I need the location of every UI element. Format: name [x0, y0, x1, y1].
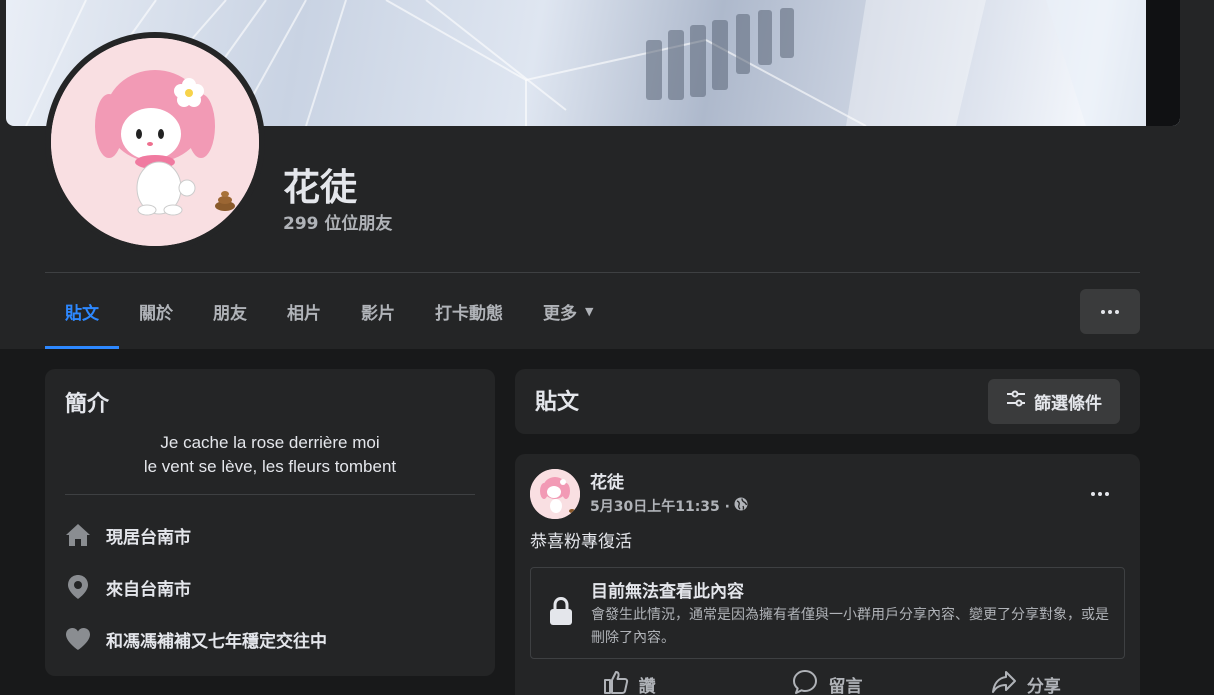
caret-down-icon: ▼	[585, 304, 594, 318]
profile-header: 花徒 299 位位朋友 貼文 關於 朋友 相片 影片 打卡動態 更多 ▼	[0, 0, 1214, 349]
post-author-avatar[interactable]	[530, 469, 580, 519]
profile-more-button[interactable]	[1080, 289, 1140, 334]
filter-label: 篩選條件	[1034, 394, 1102, 414]
lock-icon	[549, 596, 573, 630]
globe-icon[interactable]	[734, 497, 748, 515]
tab-label: 關於	[139, 303, 173, 324]
share-label: 分享	[1026, 676, 1061, 695]
comment-label: 留言	[828, 676, 863, 695]
share-button[interactable]: 分享	[927, 667, 1125, 695]
thumbs-up-icon	[603, 670, 629, 695]
location-pin-icon	[65, 574, 91, 600]
tab-posts[interactable]: 貼文	[45, 273, 119, 349]
post-meta: 5月30日上午11:35 ·	[590, 496, 748, 516]
intro-item-text[interactable]: 現居台南市	[106, 523, 191, 548]
comment-bubble-icon	[792, 669, 818, 695]
bio: Je cache la rose derrière moi le vent se…	[65, 431, 475, 479]
more-dots-icon	[1101, 309, 1119, 314]
profile-name[interactable]: 花徒	[283, 157, 357, 211]
profile-tabs: 貼文 關於 朋友 相片 影片 打卡動態 更多 ▼	[45, 273, 613, 349]
post-author-name[interactable]: 花徒	[590, 468, 624, 493]
bio-line-2: le vent se lève, les fleurs tombent	[143, 457, 397, 476]
post-timestamp[interactable]: 5月30日上午11:35 ·	[590, 496, 730, 516]
bio-line-1: Je cache la rose derrière moi	[160, 433, 380, 452]
home-icon	[65, 522, 91, 548]
like-button[interactable]: 讚	[530, 667, 728, 695]
post-options-button[interactable]	[1082, 476, 1118, 512]
intro-card: 簡介 Je cache la rose derrière moi le vent…	[45, 369, 495, 676]
posts-title: 貼文	[535, 390, 580, 415]
post-text: 恭喜粉專復活	[530, 532, 632, 552]
posts-header: 貼文 篩選條件	[515, 369, 1140, 434]
tab-checkins[interactable]: 打卡動態	[415, 273, 523, 349]
tab-label: 打卡動態	[435, 303, 503, 324]
friends-count[interactable]: 299 位位朋友	[283, 209, 392, 234]
tab-label: 相片	[287, 303, 321, 324]
intro-item-text[interactable]: 來自台南市	[106, 575, 191, 600]
intro-item-relationship: 和馮馮補補又七年穩定交往中	[65, 624, 327, 654]
tab-about[interactable]: 關於	[119, 273, 193, 349]
intro-title: 簡介	[65, 392, 110, 417]
share-arrow-icon	[991, 670, 1017, 695]
unavailable-content-box: 目前無法查看此內容 會發生此情況，通常是因為擁有者僅與一小群用戶分享內容、變更了…	[530, 567, 1125, 659]
unavailable-title: 目前無法查看此內容	[591, 582, 744, 602]
heart-icon	[65, 626, 91, 652]
tab-more[interactable]: 更多 ▼	[523, 273, 613, 349]
more-dots-icon	[1091, 492, 1109, 496]
intro-divider	[65, 494, 475, 495]
tab-label: 更多	[543, 303, 577, 324]
profile-avatar[interactable]	[51, 38, 259, 246]
tab-label: 貼文	[65, 303, 99, 324]
tab-friends[interactable]: 朋友	[193, 273, 267, 349]
intro-item-current-city: 現居台南市	[65, 520, 191, 550]
post-card: 花徒 5月30日上午11:35 · 恭喜粉專復活 目前無法查看此內容 會發生此情…	[515, 454, 1140, 695]
filter-sliders-icon	[1006, 390, 1026, 413]
intro-item-hometown: 來自台南市	[65, 572, 191, 602]
intro-item-text[interactable]: 和馮馮補補又七年穩定交往中	[106, 627, 327, 652]
tab-label: 影片	[361, 303, 395, 324]
like-label: 讚	[638, 676, 656, 695]
tab-videos[interactable]: 影片	[341, 273, 415, 349]
unavailable-description: 會發生此情況，通常是因為擁有者僅與一小群用戶分享內容、變更了分享對象，或是刪除了…	[591, 607, 1109, 646]
post-actions: 讚 留言 分享	[530, 667, 1125, 695]
tab-label: 朋友	[213, 303, 247, 324]
filter-button[interactable]: 篩選條件	[988, 379, 1120, 424]
tab-photos[interactable]: 相片	[267, 273, 341, 349]
comment-button[interactable]: 留言	[728, 667, 926, 695]
